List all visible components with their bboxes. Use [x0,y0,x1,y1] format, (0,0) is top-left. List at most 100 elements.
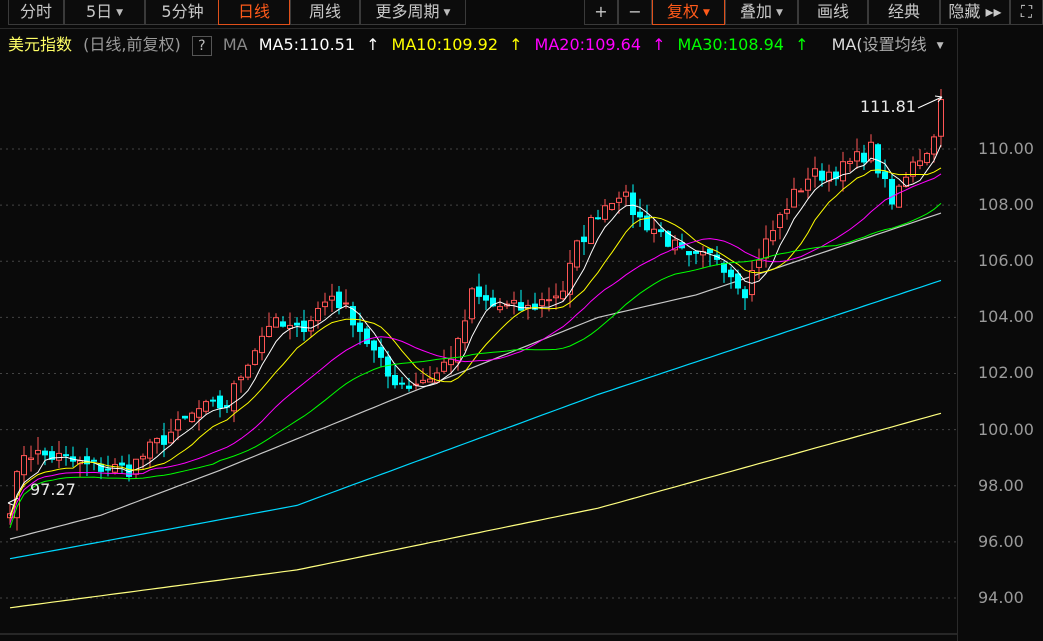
candle-body [217,395,223,409]
high-price-marker: 111.81 [860,97,916,116]
candle-body [238,376,244,381]
candle-body [693,251,699,254]
candle-body [896,185,902,208]
candle-body [735,273,741,289]
candle-body [658,229,664,233]
candle-body [875,144,881,174]
candle-body [385,356,391,377]
candle-body [371,340,377,351]
candle-body [938,99,944,137]
candle-body [63,454,69,457]
candle-body [105,468,111,471]
candle-body [406,385,412,389]
candle-body [392,375,398,386]
candle-body [539,299,545,307]
candle-body [329,295,335,301]
candle-body [637,211,643,218]
candle-body [56,452,62,461]
candle-body [35,449,41,455]
candle-body [616,197,622,203]
candle-body [168,431,174,444]
candle-body [399,382,405,385]
candle-body [882,171,888,180]
candle-body [427,378,433,383]
candle-body [448,358,454,366]
candle-body [595,217,601,220]
y-tick-label: 96.00 [978,531,1024,551]
candle-body [140,455,146,460]
candle-body [791,188,797,208]
candle-body [91,459,97,462]
candle-body [308,320,314,332]
candle-body [469,288,475,320]
y-tick-label: 94.00 [978,587,1024,607]
candle-body [175,419,181,431]
candle-body [518,302,524,311]
candle-body [756,259,762,268]
candle-body [84,456,90,465]
candle-body [196,408,202,418]
candle-body [364,328,370,345]
candle-body [784,209,790,214]
ma30-line [9,203,942,528]
candle-body [630,192,636,216]
candle-body [266,325,272,337]
candle-body [154,437,160,444]
candle-body [546,299,552,302]
candle-body [798,190,804,193]
candle-body [924,153,930,164]
candle-body [847,160,853,164]
candle-body [819,170,825,181]
candle-body [770,230,776,242]
axis-separator [957,28,958,641]
candle-body [301,320,307,333]
ma20-line [9,173,942,524]
candle-body [315,307,321,322]
candle-body [119,462,125,466]
candle-body [553,295,559,299]
candle-body [203,401,209,412]
candle-body [889,178,895,205]
candle-body [182,415,188,419]
candle-body [343,302,349,305]
candlestick-chart[interactable] [0,0,957,641]
candle-body [259,335,265,354]
y-tick-label: 100.00 [978,419,1034,439]
candle-body [189,412,195,423]
candle-body [28,457,34,460]
candle-body [574,240,580,268]
y-tick-label: 108.00 [978,195,1034,215]
candle-body [651,228,657,234]
candle-body [861,152,867,163]
candle-body [133,458,139,475]
candle-body [420,379,426,384]
candle-body [476,286,482,297]
candle-body [721,262,727,273]
candle-body [245,364,251,378]
low-price-marker: 97.27 [30,480,76,499]
candle-body [931,136,937,155]
candle-body [560,290,566,300]
y-tick-label: 98.00 [978,475,1024,495]
candle-body [294,322,300,326]
candle-body [742,289,748,299]
ma120-line [9,279,942,560]
candle-body [231,383,237,412]
candle-body [497,306,503,311]
candle-body [378,346,384,358]
candle-body [280,321,286,327]
toolbar-button-7[interactable]: ⛶ [1010,0,1043,25]
candle-body [609,202,615,210]
candle-body [483,295,489,301]
ma60-line [9,212,942,540]
candle-body [623,191,629,197]
y-tick-label: 106.00 [978,251,1034,271]
candle-body [588,217,594,244]
candle-body [147,441,153,459]
candle-body [854,151,860,162]
candle-body [462,320,468,344]
candle-body [357,322,363,332]
candle-body [42,450,48,456]
candle-body [763,238,769,259]
candle-body [805,178,811,191]
